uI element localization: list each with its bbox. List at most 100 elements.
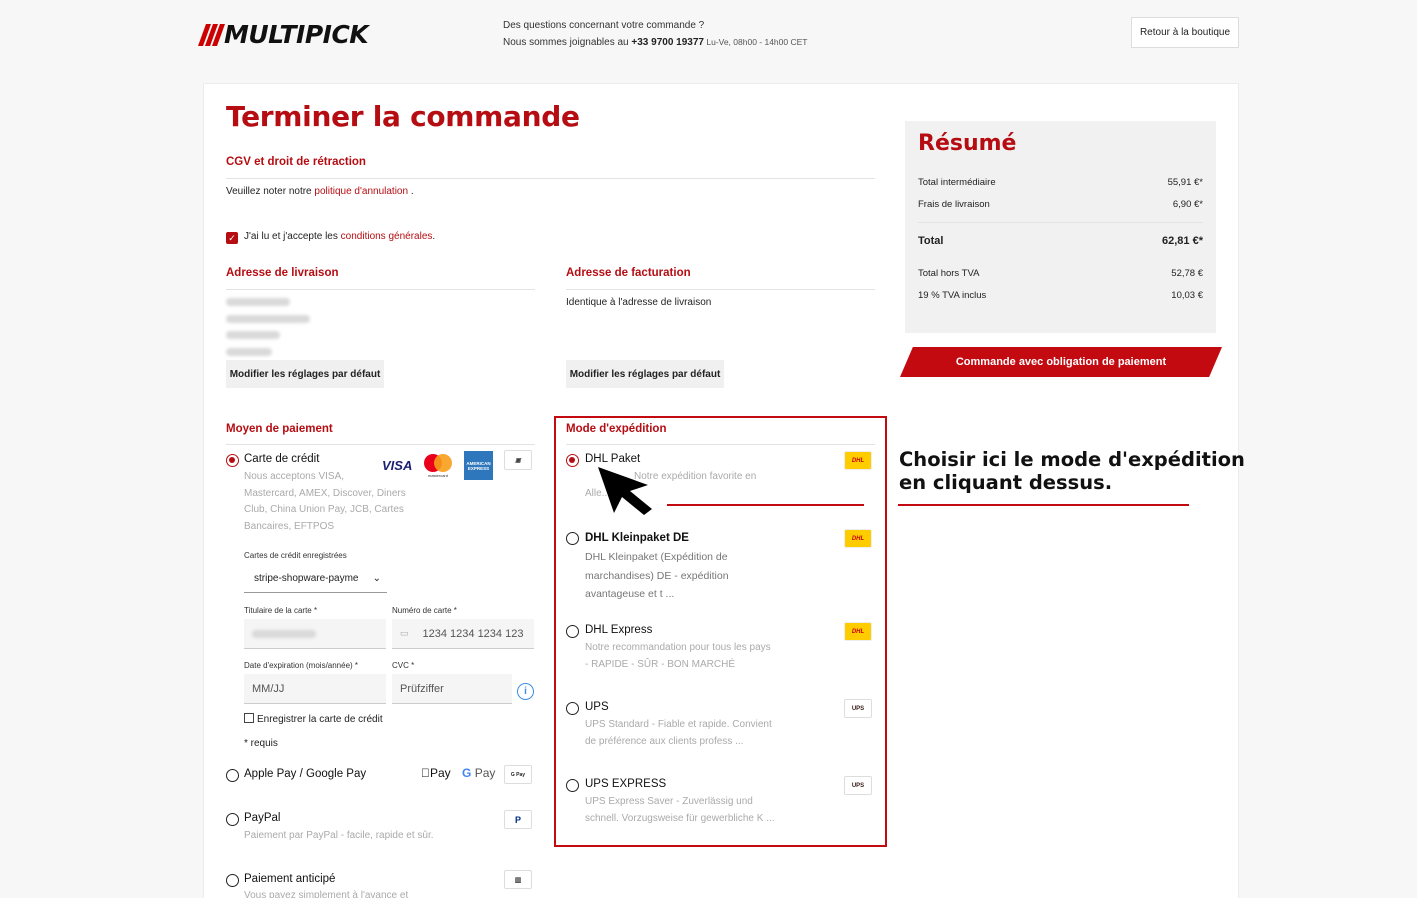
required-note: * requis <box>244 738 278 749</box>
prepay-radio[interactable] <box>226 874 239 887</box>
redacted-name <box>226 298 290 306</box>
logo-stripes-icon <box>197 23 226 46</box>
redacted-holder <box>252 629 316 638</box>
ups-logo-icon: UPS <box>844 699 872 718</box>
cvc-label: CVC * <box>392 661 415 670</box>
terms-link[interactable]: conditions générales <box>341 231 433 242</box>
place-order-button[interactable]: Commande avec obligation de paiement <box>900 347 1222 377</box>
wallet-radio[interactable] <box>226 769 239 782</box>
underline-mark <box>667 504 864 506</box>
shipping-radio-ups-express[interactable] <box>566 779 579 792</box>
payment-heading: Moyen de paiement <box>226 423 333 435</box>
terms-divider <box>226 178 875 179</box>
expiry-label: Date d'expiration (mois/année) * <box>244 661 359 670</box>
apple-pay-icon: Pay <box>421 766 451 780</box>
shipping-cost-row: Frais de livraison 6,90 €* <box>918 199 1203 210</box>
expiry-input[interactable]: MM/JJ <box>244 674 386 704</box>
brand-name: MULTIPICK <box>224 20 369 49</box>
dhl-logo-icon: DHL <box>844 529 872 548</box>
redacted-country <box>226 348 272 356</box>
save-card-checkbox[interactable] <box>244 713 254 723</box>
redacted-city <box>226 331 280 339</box>
shipping-radio-dhl-paket[interactable] <box>566 454 579 467</box>
paypal-label[interactable]: PayPal <box>244 812 280 824</box>
page-title: Terminer la commande <box>226 100 580 133</box>
help-phone[interactable]: +33 9700 19377 <box>631 37 704 48</box>
help-hours: Lu-Ve, 08h00 - 14h00 CET <box>703 37 808 47</box>
credit-card-radio[interactable] <box>226 454 239 467</box>
edit-delivery-address-button[interactable]: Modifier les réglages par défaut <box>226 360 384 388</box>
payment-divider <box>226 444 535 445</box>
instruction-annotation: Choisir ici le mode d'expédition en cliq… <box>899 448 1245 494</box>
apple-icon:  <box>421 766 430 780</box>
help-question: Des questions concernant votre commande … <box>503 20 705 31</box>
card-number-label: Numéro de carte * <box>392 606 457 615</box>
delivery-address-heading: Adresse de livraison <box>226 267 339 279</box>
card-holder-label: Titulaire de la carte * <box>244 606 318 615</box>
billing-address-heading: Adresse de facturation <box>566 267 691 279</box>
shipping-divider <box>566 444 875 445</box>
shipping-radio-dhl-express[interactable] <box>566 625 579 638</box>
shipping-label-ups[interactable]: UPS <box>585 701 609 713</box>
cvc-input[interactable]: Prüfziffer <box>392 674 512 704</box>
shipping-label-dhl-kleinpaket[interactable]: DHL Kleinpaket DE <box>585 532 689 544</box>
net-row: Total hors TVA 52,78 € <box>918 268 1203 279</box>
annotation-underline <box>898 504 1189 506</box>
shipping-radio-ups[interactable] <box>566 702 579 715</box>
generic-card-icon: ▣ <box>504 450 532 470</box>
shipping-label-dhl-paket[interactable]: DHL Paket <box>585 453 640 465</box>
accept-terms-label: J'ai lu et j'accepte les conditions géné… <box>244 231 436 242</box>
card-holder-input[interactable] <box>244 619 386 649</box>
shipping-label-dhl-express[interactable]: DHL Express <box>585 624 652 636</box>
shipping-desc-dhl-kleinpaket: DHL Kleinpaket (Expédition de marchandis… <box>585 551 729 600</box>
paypal-icon: P <box>504 810 532 829</box>
mastercard-icon: mastercard <box>421 452 455 478</box>
vat-row: 19 % TVA inclus 10,03 € <box>918 290 1203 301</box>
dhl-logo-icon: DHL <box>844 451 872 470</box>
subtotal-row: Total intermédiaire 55,91 €* <box>918 177 1203 188</box>
delivery-divider <box>226 289 535 290</box>
shipping-desc-dhl-express: Notre recommandation pour tous les pays … <box>585 642 771 670</box>
cancel-policy-link[interactable]: politique d'annulation <box>314 186 408 197</box>
save-card-label: Enregistrer la carte de crédit <box>257 714 383 725</box>
billing-same-text: Identique à l'adresse de livraison <box>566 297 712 308</box>
total-row: Total 62,81 €* <box>918 235 1203 247</box>
terms-heading: CGV et droit de rétraction <box>226 156 366 168</box>
ups-express-logo-icon: UPS <box>844 776 872 795</box>
paypal-desc: Paiement par PayPal - facile, rapide et … <box>244 830 434 841</box>
shipping-radio-dhl-kleinpaket[interactable] <box>566 532 579 545</box>
dhl-express-logo-icon: DHL <box>844 622 872 641</box>
help-prefix: Nous sommes joignables au <box>503 37 632 48</box>
info-icon[interactable]: i <box>517 683 534 700</box>
shipping-heading: Mode d'expédition <box>566 423 667 435</box>
cursor-arrow-icon <box>598 467 652 515</box>
shipping-desc-ups-express: UPS Express Saver - Zuverlässig und schn… <box>585 796 775 824</box>
order-summary: Résumé Total intermédiaire 55,91 €* Frais… <box>905 121 1216 333</box>
bank-icon: ▥ <box>504 870 532 889</box>
saved-cards-select[interactable]: stripe-shopware-payme ⌄ <box>244 565 387 593</box>
wallet-label[interactable]: Apple Pay / Google Pay <box>244 768 366 780</box>
redacted-street <box>226 315 310 323</box>
credit-card-desc: Nous acceptons VISA, Mastercard, AMEX, D… <box>244 471 406 532</box>
credit-card-label[interactable]: Carte de crédit <box>244 453 319 465</box>
prepay-desc: Vous payez simplement à l'avance et <box>244 890 409 898</box>
chevron-down-icon: ⌄ <box>372 573 381 584</box>
shipping-desc-ups: UPS Standard - Fiable et rapide. Convien… <box>585 719 772 747</box>
help-text: Des questions concernant votre commande … <box>503 18 807 51</box>
cancel-policy-note: Veuillez noter notre politique d'annulat… <box>226 186 414 197</box>
prepay-label[interactable]: Paiement anticipé <box>244 873 335 885</box>
shipping-label-ups-express[interactable]: UPS EXPRESS <box>585 778 666 790</box>
accept-terms-checkbox[interactable]: ✓ <box>226 232 238 244</box>
back-to-shop-button[interactable]: Retour à la boutique <box>1131 17 1239 48</box>
edit-billing-address-button[interactable]: Modifier les réglages par défaut <box>566 360 724 388</box>
paypal-radio[interactable] <box>226 813 239 826</box>
saved-cards-label: Cartes de crédit enregistrées <box>244 551 347 560</box>
wallet-logo-icon: G Pay <box>504 765 532 784</box>
summary-divider <box>918 222 1203 223</box>
card-icon: ▭ <box>400 628 409 638</box>
multipick-logo[interactable]: MULTIPICK <box>197 20 369 49</box>
summary-title: Résumé <box>918 131 1017 156</box>
google-pay-icon: G Pay <box>462 766 496 780</box>
billing-divider <box>566 289 875 290</box>
card-number-input[interactable]: ▭ 1234 1234 1234 123 <box>392 619 534 649</box>
